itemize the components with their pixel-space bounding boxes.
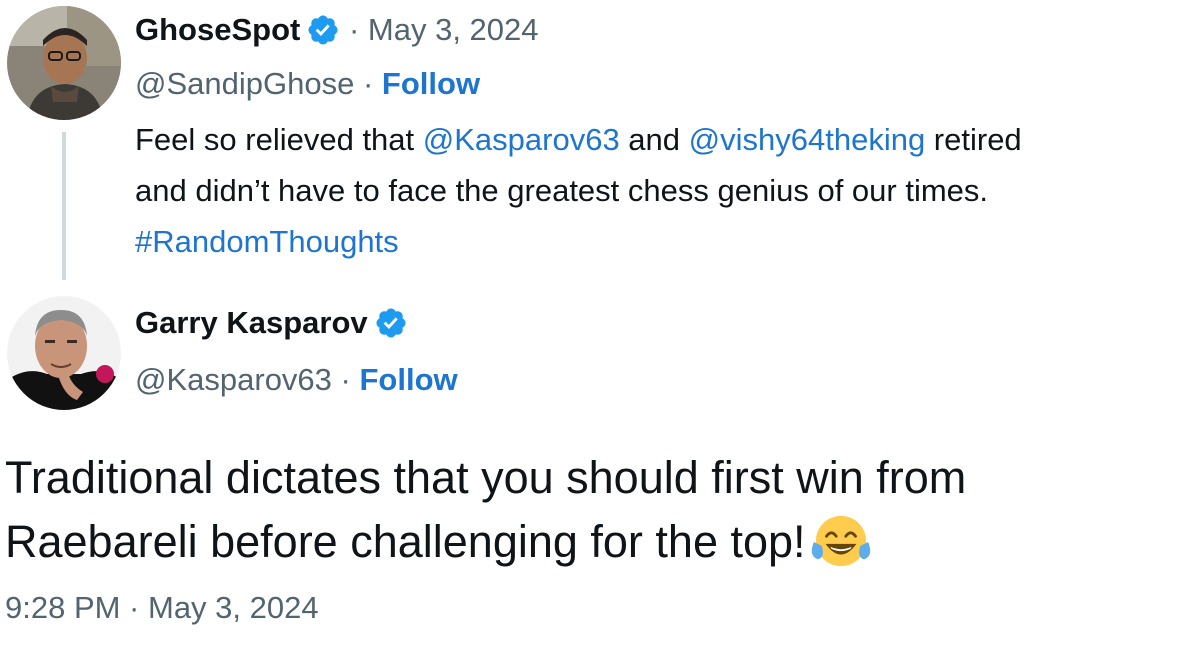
reply-tweet-text: Feel so relieved that @Kasparov63 and @v… bbox=[135, 114, 1200, 267]
reply-author-name[interactable]: GhoseSpot bbox=[135, 12, 300, 48]
reply-text-suffix: retired bbox=[925, 122, 1022, 157]
ghosespot-avatar[interactable] bbox=[7, 6, 121, 120]
reply-separator: · bbox=[340, 12, 368, 47]
mention-vishy64theking-link[interactable]: @vishy64theking bbox=[689, 122, 926, 157]
main-text-line-1: Traditional dictates that you should fir… bbox=[5, 452, 967, 503]
main-author-row: Garry Kasparov bbox=[135, 305, 408, 341]
reply-text-mid: and bbox=[619, 122, 689, 157]
mention-kasparov63-link[interactable]: @Kasparov63 bbox=[423, 122, 620, 157]
reply-handle-separator: · bbox=[354, 66, 382, 101]
verified-badge-icon bbox=[374, 306, 408, 340]
reply-text-line-2: and didn’t have to face the greatest che… bbox=[135, 173, 989, 208]
main-follow-button[interactable]: Follow bbox=[359, 362, 457, 397]
reply-author-row: GhoseSpot · May 3, 2024 bbox=[135, 12, 539, 48]
reply-text-prefix: Feel so relieved that bbox=[135, 122, 423, 157]
verified-badge-icon bbox=[306, 13, 340, 47]
main-handle-row: @Kasparov63 · Follow bbox=[135, 362, 458, 398]
reply-author-handle[interactable]: @SandipGhose bbox=[135, 66, 354, 101]
thread-connector-line bbox=[62, 132, 66, 280]
main-tweet-text: Traditional dictates that you should fir… bbox=[5, 446, 966, 574]
reply-follow-button[interactable]: Follow bbox=[382, 66, 480, 101]
main-tweet-timestamp[interactable]: 9:28 PM · May 3, 2024 bbox=[5, 590, 319, 626]
main-author-name[interactable]: Garry Kasparov bbox=[135, 305, 368, 341]
reply-handle-row: @SandipGhose · Follow bbox=[135, 66, 480, 102]
main-author-handle[interactable]: @Kasparov63 bbox=[135, 362, 332, 397]
main-text-line-2: Raebareli before challenging for the top… bbox=[5, 516, 806, 567]
main-text-line-2-row: Raebareli before challenging for the top… bbox=[5, 510, 966, 574]
kasparov-avatar[interactable] bbox=[7, 296, 121, 410]
reply-text-line-1: Feel so relieved that @Kasparov63 and @v… bbox=[135, 114, 1200, 165]
face-with-tears-of-joy-icon bbox=[810, 513, 872, 569]
hashtag-randomthoughts-link[interactable]: #RandomThoughts bbox=[135, 224, 399, 259]
reply-date[interactable]: May 3, 2024 bbox=[368, 12, 539, 48]
main-handle-separator: · bbox=[331, 362, 360, 397]
